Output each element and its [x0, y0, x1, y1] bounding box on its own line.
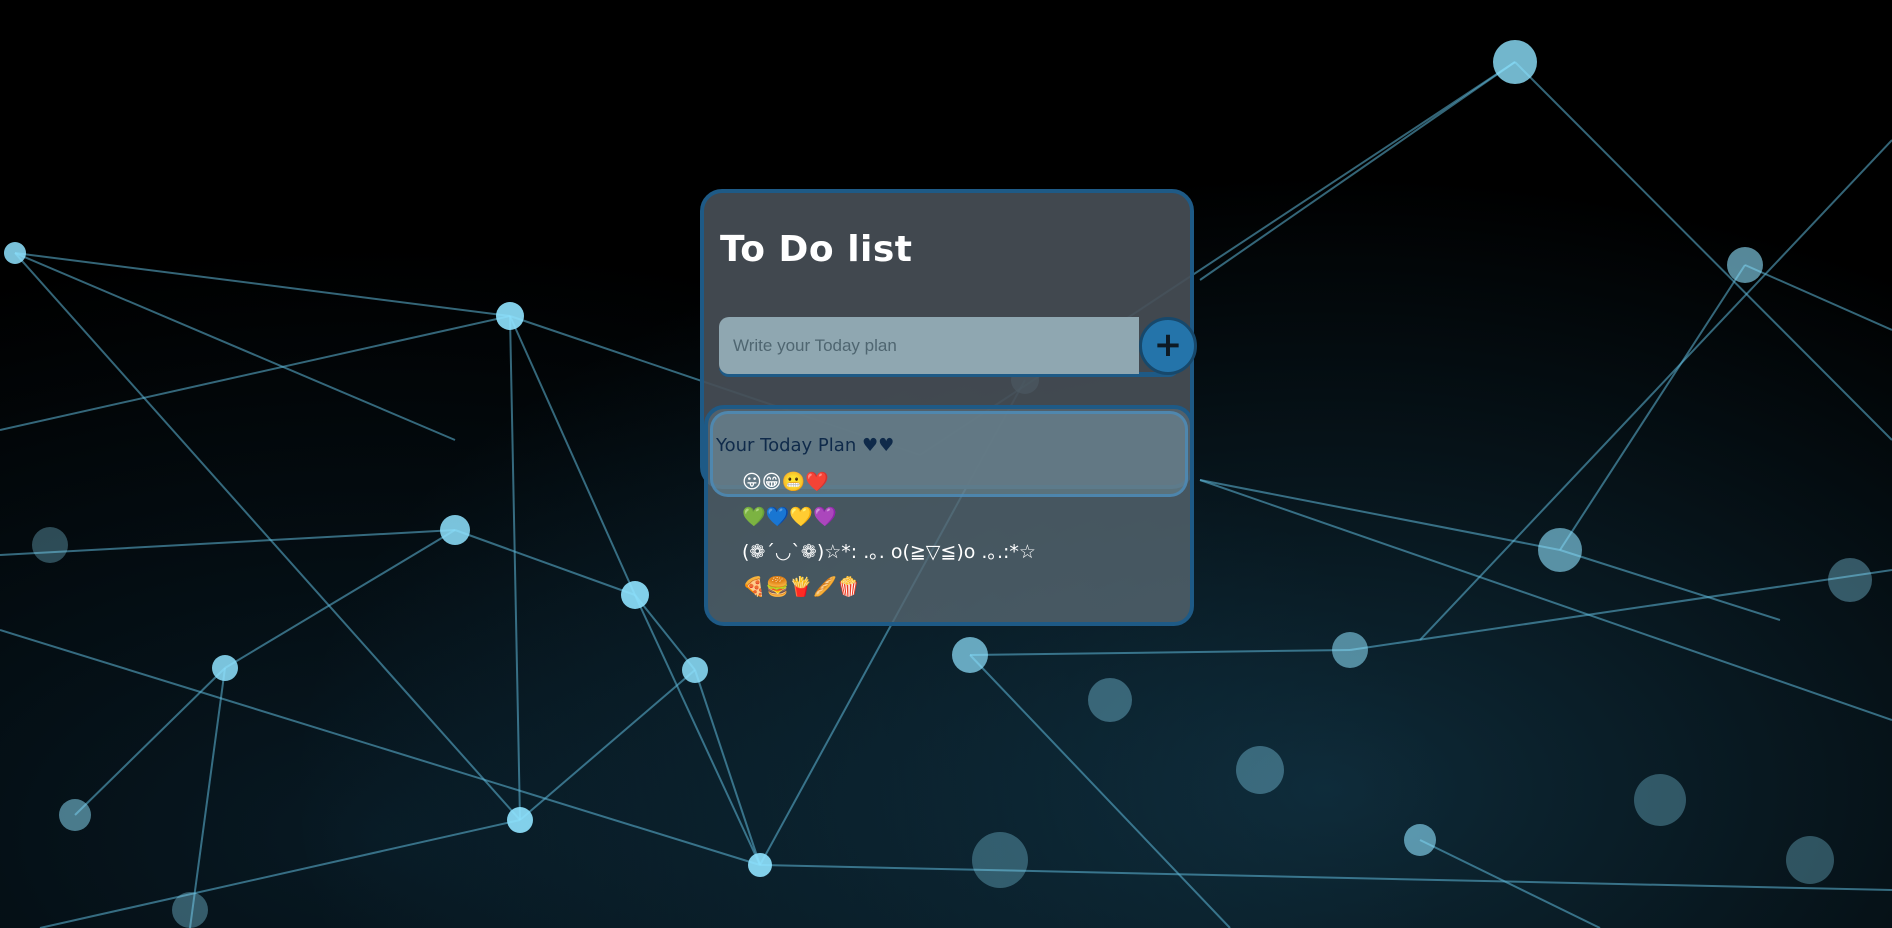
plan-input[interactable]	[719, 317, 1139, 374]
plus-icon: +	[1153, 325, 1183, 365]
page-title: To Do list	[720, 229, 913, 270]
list-item[interactable]: 💚💙💛💜	[742, 500, 1036, 535]
list-item[interactable]: 🍕🍔🍟🥖🍿	[742, 570, 1036, 605]
list-item[interactable]: (❁´◡`❁)☆*: .｡. o(≧▽≦)o .｡.:*☆	[742, 535, 1036, 570]
plan-heading: Your Today Plan ♥♥	[716, 435, 895, 456]
today-plan-panel: Your Today Plan ♥♥ 😛😁😬❤️ 💚💙💛💜 (❁´◡`❁)☆*:…	[704, 405, 1194, 626]
plan-input-row: +	[719, 317, 1197, 377]
add-plan-button[interactable]: +	[1139, 317, 1197, 375]
list-item[interactable]: 😛😁😬❤️	[742, 465, 1036, 500]
plan-list: 😛😁😬❤️ 💚💙💛💜 (❁´◡`❁)☆*: .｡. o(≧▽≦)o .｡.:*☆…	[742, 465, 1036, 605]
